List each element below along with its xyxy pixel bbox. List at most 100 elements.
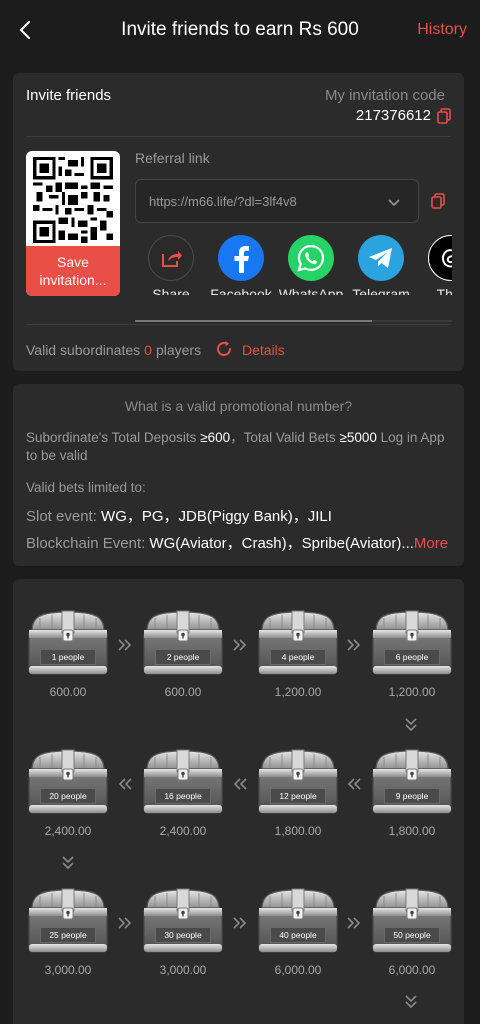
chest-people-label: 6 people bbox=[384, 649, 440, 665]
promo-title: What is a valid promotional number? bbox=[124, 398, 353, 414]
valid-subordinates-label: Valid subordinates bbox=[26, 342, 141, 358]
facebook-icon bbox=[234, 246, 249, 273]
reward-amount: 1,800.00 bbox=[274, 824, 322, 838]
double-chevron-right-icon bbox=[118, 639, 132, 651]
telegram-button[interactable]: Telegram bbox=[345, 235, 417, 295]
chest-people-label: 2 people bbox=[155, 649, 211, 665]
treasure-chest-icon: 30 people bbox=[141, 887, 225, 955]
chest-people-label: 16 people bbox=[155, 788, 211, 804]
whatsapp-label: WhatsApp bbox=[278, 286, 344, 295]
chest-people-label: 1 people bbox=[40, 649, 96, 665]
slot-event-line: Slot event: WG，PG，JDB(Piggy Bank)，JILI bbox=[26, 508, 332, 525]
treasure-chest-icon: 6 people bbox=[370, 609, 454, 677]
invite-friends-label: Invite friends bbox=[26, 87, 112, 104]
threads-label: Thre bbox=[436, 286, 452, 295]
double-chevron-left-icon bbox=[233, 778, 247, 790]
threads-button[interactable]: Thre bbox=[415, 235, 452, 295]
history-link[interactable]: History bbox=[417, 21, 467, 39]
facebook-button[interactable]: Facebook bbox=[205, 235, 277, 295]
double-chevron-right-icon bbox=[233, 917, 247, 929]
chevron-down-icon[interactable] bbox=[386, 194, 402, 210]
whatsapp-button[interactable]: WhatsApp bbox=[275, 235, 347, 295]
double-chevron-down-icon bbox=[405, 995, 417, 1009]
reward-amount: 3,000.00 bbox=[44, 963, 92, 977]
treasure-chest-icon: 2 people bbox=[141, 609, 225, 677]
telegram-label: Telegram bbox=[352, 286, 410, 295]
reward-chest-item[interactable]: 40 people 6,000.00 bbox=[256, 887, 340, 977]
reward-chest-item[interactable]: 9 people 1,800.00 bbox=[370, 748, 454, 838]
double-chevron-right-icon bbox=[233, 639, 247, 651]
referral-link-label: Referral link bbox=[135, 150, 210, 166]
double-chevron-right-icon bbox=[347, 917, 361, 929]
chest-people-label: 30 people bbox=[155, 927, 211, 943]
more-link[interactable]: More bbox=[414, 535, 448, 552]
reward-amount: 6,000.00 bbox=[274, 963, 322, 977]
treasure-chest-icon: 9 people bbox=[370, 748, 454, 816]
share-scrollbar[interactable] bbox=[135, 320, 452, 322]
chest-people-label: 4 people bbox=[270, 649, 326, 665]
copy-link-icon[interactable] bbox=[431, 193, 445, 209]
divider bbox=[26, 324, 451, 325]
promo-info-card: What is a valid promotional number? Subo… bbox=[13, 384, 464, 566]
double-chevron-down-icon bbox=[62, 856, 74, 870]
reward-chest-item[interactable]: 30 people 3,000.00 bbox=[141, 887, 225, 977]
reward-chest-item[interactable]: 25 people 3,000.00 bbox=[26, 887, 110, 977]
double-chevron-right-icon bbox=[347, 639, 361, 651]
treasure-chest-icon: 25 people bbox=[26, 887, 110, 955]
reward-amount: 3,000.00 bbox=[159, 963, 207, 977]
save-invitation-button[interactable]: Save invitation... bbox=[26, 246, 120, 296]
reward-amount: 1,200.00 bbox=[388, 685, 436, 699]
reward-amount: 600.00 bbox=[164, 685, 202, 699]
reward-chest-item[interactable]: 16 people 2,400.00 bbox=[141, 748, 225, 838]
valid-subordinates-unit: players bbox=[155, 342, 202, 358]
blockchain-event-line: Blockchain Event: WG(Aviator，Crash)，Spri… bbox=[26, 535, 449, 552]
reward-chest-item[interactable]: 1 people 600.00 bbox=[26, 609, 110, 699]
reward-chest-item[interactable]: 4 people 1,200.00 bbox=[256, 609, 340, 699]
chest-people-label: 40 people bbox=[270, 927, 326, 943]
treasure-chest-icon: 4 people bbox=[256, 609, 340, 677]
reward-chest-item[interactable]: 20 people 2,400.00 bbox=[26, 748, 110, 838]
treasure-chest-icon: 50 people bbox=[370, 887, 454, 955]
rewards-card: 1 people 600.00 2 people 600.00 4 people… bbox=[13, 579, 464, 1024]
copy-code-icon[interactable] bbox=[437, 108, 451, 124]
details-link[interactable]: Details bbox=[242, 342, 285, 358]
chest-people-label: 20 people bbox=[40, 788, 96, 804]
reward-amount: 6,000.00 bbox=[388, 963, 436, 977]
treasure-chest-icon: 16 people bbox=[141, 748, 225, 816]
share-icon bbox=[162, 251, 182, 267]
divider bbox=[26, 136, 451, 137]
share-label: Share bbox=[152, 286, 190, 295]
reward-amount: 1,200.00 bbox=[274, 685, 322, 699]
referral-link-text: https://m66.life/?dl=3lf4v8 bbox=[149, 194, 297, 209]
page-title: Invite friends to earn Rs 600 bbox=[121, 19, 359, 40]
share-scrollbar-thumb[interactable] bbox=[135, 320, 372, 322]
invitation-code-label: My invitation code bbox=[324, 87, 445, 104]
reward-chest-item[interactable]: 50 people 6,000.00 bbox=[370, 887, 454, 977]
double-chevron-down-icon bbox=[405, 718, 417, 732]
reward-amount: 2,400.00 bbox=[159, 824, 207, 838]
refresh-icon[interactable] bbox=[214, 339, 234, 359]
qr-code-image bbox=[33, 157, 113, 243]
treasure-chest-icon: 1 people bbox=[26, 609, 110, 677]
treasure-chest-icon: 20 people bbox=[26, 748, 110, 816]
chest-people-label: 12 people bbox=[270, 788, 326, 804]
invite-card: Invite friends My invitation code 217376… bbox=[13, 73, 464, 371]
whatsapp-icon bbox=[297, 244, 325, 272]
double-chevron-right-icon bbox=[118, 917, 132, 929]
treasure-chest-icon: 40 people bbox=[256, 887, 340, 955]
facebook-label: Facebook bbox=[210, 286, 272, 295]
double-chevron-left-icon bbox=[347, 778, 361, 790]
share-options-row[interactable]: Share Facebook WhatsApp Telegram Th bbox=[135, 235, 452, 295]
reward-chest-item[interactable]: 2 people 600.00 bbox=[141, 609, 225, 699]
chest-people-label: 9 people bbox=[384, 788, 440, 804]
double-chevron-left-icon bbox=[118, 778, 132, 790]
reward-chest-item[interactable]: 6 people 1,200.00 bbox=[370, 609, 454, 699]
invitation-code-value: 217376612 bbox=[355, 107, 431, 124]
share-button[interactable]: Share bbox=[135, 235, 207, 295]
treasure-chest-icon: 12 people bbox=[256, 748, 340, 816]
threads-icon bbox=[441, 249, 452, 268]
referral-link-field[interactable]: https://m66.life/?dl=3lf4v8 bbox=[135, 179, 419, 223]
promo-description: Subordinate's Total Deposits ≥600，Total … bbox=[26, 430, 445, 463]
qr-code-card: Save invitation... bbox=[26, 151, 120, 296]
reward-chest-item[interactable]: 12 people 1,800.00 bbox=[256, 748, 340, 838]
